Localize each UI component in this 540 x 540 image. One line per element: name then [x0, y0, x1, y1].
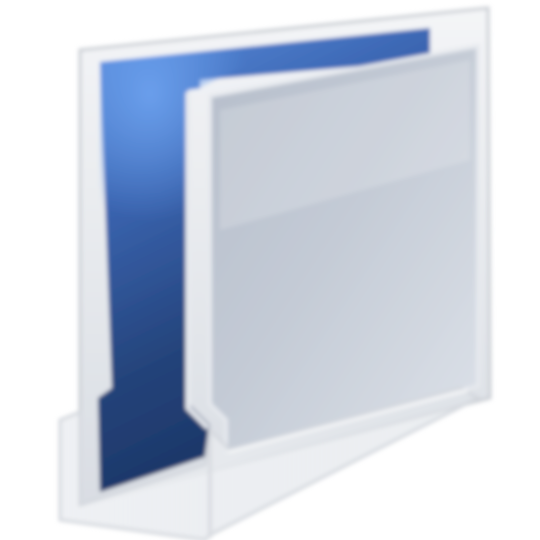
- folder-icon: [58, 6, 492, 540]
- icon-canvas: [0, 0, 540, 540]
